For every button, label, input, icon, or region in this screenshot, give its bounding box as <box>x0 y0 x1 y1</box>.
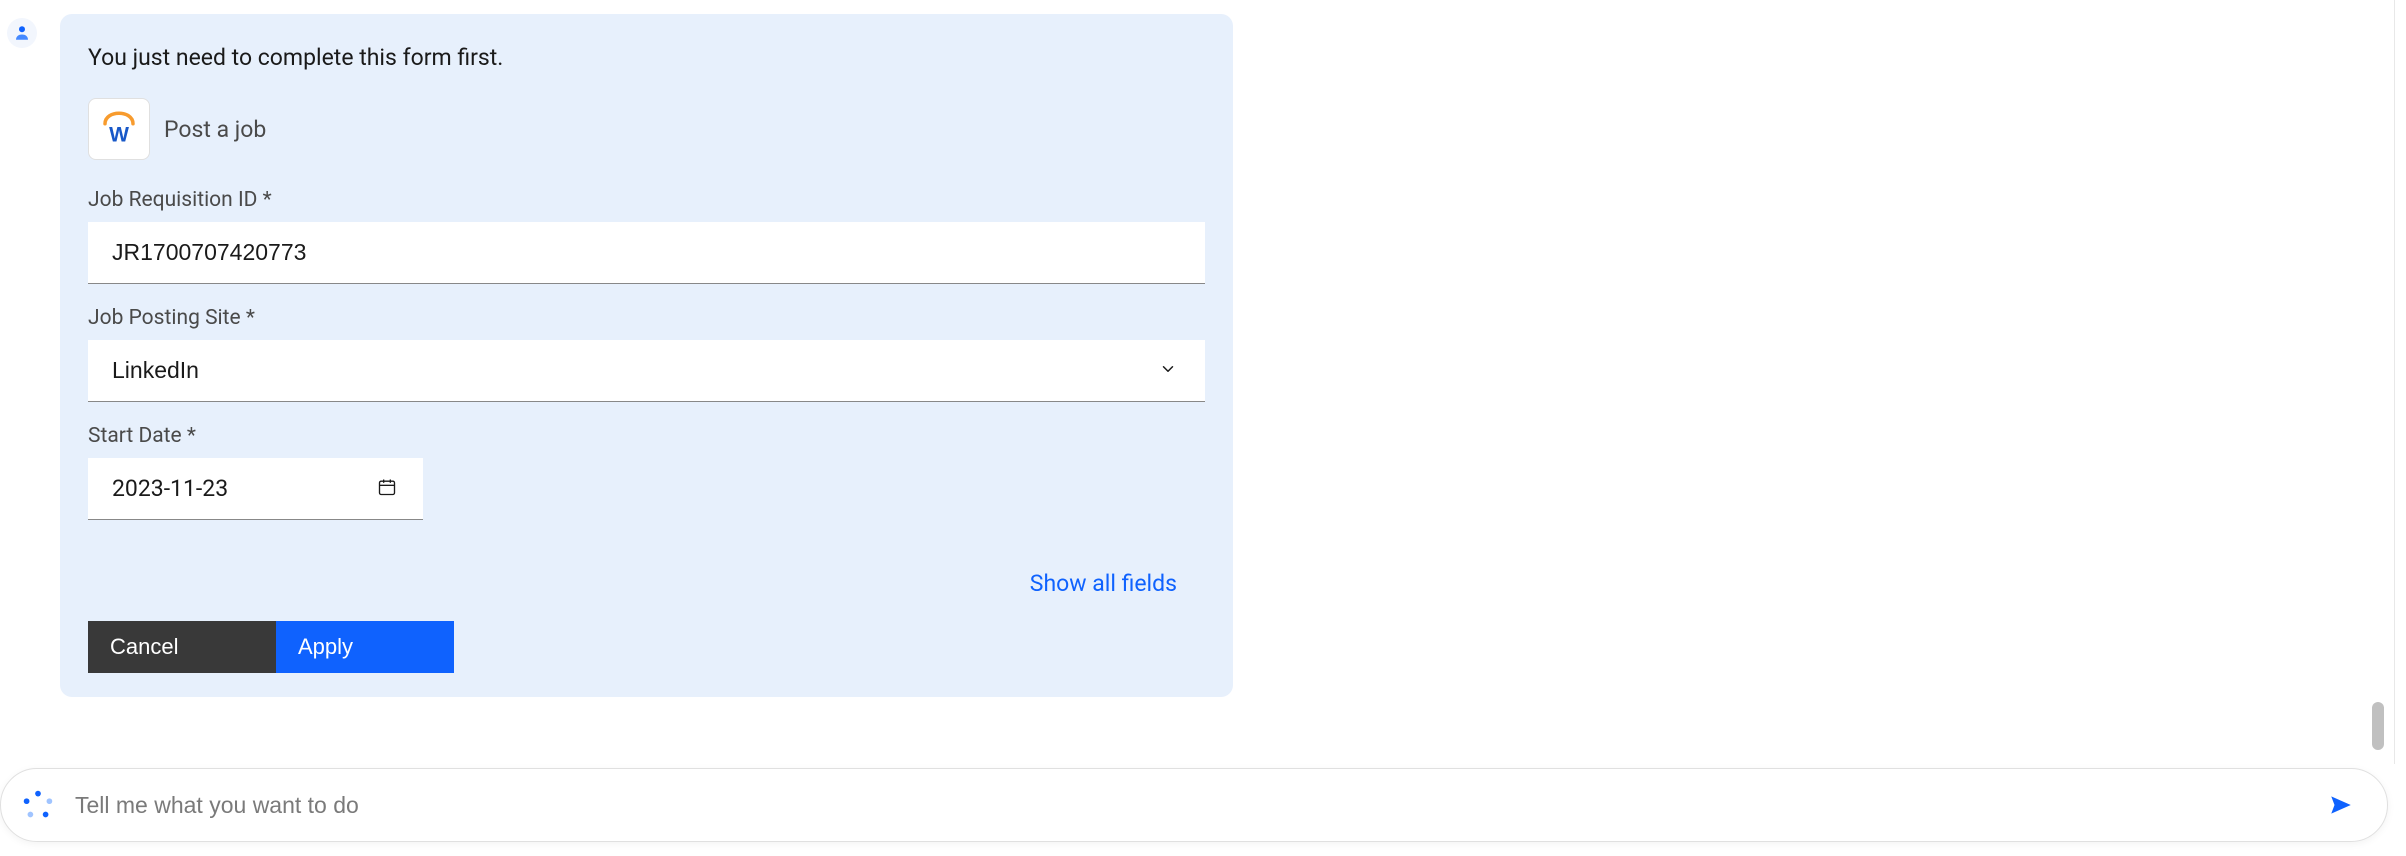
start-date-wrapper[interactable] <box>88 458 423 520</box>
scrollbar-thumb[interactable] <box>2372 702 2384 750</box>
message-card: You just need to complete this form firs… <box>60 14 1233 697</box>
show-all-row: Show all fields <box>88 570 1205 597</box>
assistant-sparkle-icon <box>17 784 59 826</box>
assistant-avatar <box>7 18 37 48</box>
svg-text:W: W <box>109 123 129 146</box>
cancel-button[interactable]: Cancel <box>88 621 276 673</box>
start-date-label: Start Date * <box>88 424 1205 448</box>
button-row: Cancel Apply <box>88 621 1205 673</box>
content-area: You just need to complete this form firs… <box>0 0 2376 763</box>
apply-button[interactable]: Apply <box>276 621 454 673</box>
scrollbar-track[interactable] <box>2372 4 2384 762</box>
intro-text: You just need to complete this form firs… <box>88 42 1205 74</box>
send-icon <box>2328 792 2354 818</box>
workday-icon: W <box>98 108 140 150</box>
posting-site-select-wrapper[interactable] <box>88 340 1205 402</box>
posting-site-select[interactable] <box>88 340 1205 402</box>
panel-divider <box>2394 0 2406 764</box>
posting-site-group: Job Posting Site * <box>88 306 1205 402</box>
composer-bar <box>0 768 2388 842</box>
show-all-fields-link[interactable]: Show all fields <box>1030 570 1177 597</box>
workday-app-icon: W <box>88 98 150 160</box>
posting-site-label: Job Posting Site * <box>88 306 1205 330</box>
job-req-label: Job Requisition ID * <box>88 188 1205 212</box>
send-button[interactable] <box>2323 787 2359 823</box>
job-req-input[interactable] <box>88 222 1205 284</box>
person-icon <box>13 24 31 42</box>
action-title: Post a job <box>164 116 266 143</box>
composer-input[interactable] <box>59 792 2323 819</box>
start-date-input[interactable] <box>88 458 423 520</box>
action-header: W Post a job <box>88 98 1205 160</box>
job-req-group: Job Requisition ID * <box>88 188 1205 284</box>
start-date-group: Start Date * <box>88 424 1205 520</box>
